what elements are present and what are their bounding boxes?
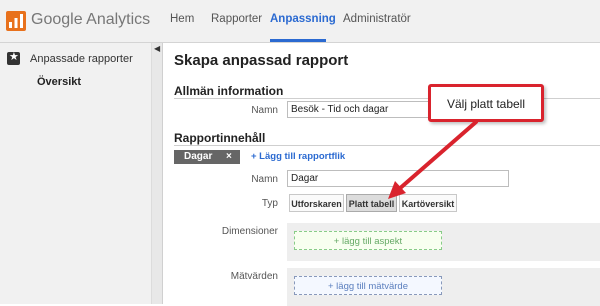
close-icon[interactable]: × xyxy=(226,151,232,162)
main-content: Skapa anpassad rapport Allmän informatio… xyxy=(163,43,600,306)
sidebar-item-anpassade-rapporter[interactable]: Anpassade rapporter xyxy=(30,53,133,65)
metrics-label: Mätvärden xyxy=(230,271,278,282)
top-header: Google Analytics Hem Rapporter Anpassnin… xyxy=(0,0,600,43)
report-tab-dagar[interactable]: Dagar × xyxy=(174,150,240,164)
annotation-callout: Välj platt tabell xyxy=(428,84,544,122)
tab-name-input[interactable] xyxy=(287,170,509,187)
nav-item-hem[interactable]: Hem xyxy=(170,13,194,25)
type-label: Typ xyxy=(261,198,278,209)
section-title-content: Rapportinnehåll xyxy=(174,131,266,145)
chevron-left-icon: ◀ xyxy=(154,44,161,53)
section-title-general: Allmän information xyxy=(174,84,284,98)
tab-name-label: Namn xyxy=(251,174,278,185)
name-label: Namn xyxy=(251,105,278,116)
page-title: Skapa anpassad rapport xyxy=(174,52,349,69)
report-tab-label: Dagar xyxy=(184,151,213,162)
sidebar-item-oversikt[interactable]: Översikt xyxy=(37,76,81,88)
analytics-chart-icon xyxy=(6,11,26,31)
add-metric-button[interactable]: + lägg till mätvärde xyxy=(294,276,442,295)
nav-item-administrator[interactable]: Administratör xyxy=(343,13,411,25)
sidebar: ★ Anpassade rapporter Översikt xyxy=(0,43,152,304)
annotation-text: Välj platt tabell xyxy=(446,97,526,111)
type-button-utforskaren[interactable]: Utforskaren xyxy=(289,194,344,212)
add-dimension-button[interactable]: + lägg till aspekt xyxy=(294,231,442,250)
type-button-kartoversikt[interactable]: Kartöversikt xyxy=(399,194,457,212)
dimensions-label: Dimensioner xyxy=(221,226,278,237)
sidebar-collapse-handle[interactable]: ◀ xyxy=(152,43,163,304)
section-divider xyxy=(174,145,600,146)
logo-text: Google Analytics xyxy=(31,11,151,28)
metrics-drop-area: + lägg till mätvärde xyxy=(287,268,600,306)
star-icon: ★ xyxy=(7,51,20,65)
add-report-tab-link[interactable]: + Lägg till rapportflik xyxy=(251,151,345,162)
nav-item-anpassning[interactable]: Anpassning xyxy=(270,13,336,25)
nav-item-rapporter[interactable]: Rapporter xyxy=(211,13,262,25)
type-button-platt-tabell[interactable]: Platt tabell xyxy=(346,194,397,212)
dimensions-drop-area: + lägg till aspekt xyxy=(287,223,600,261)
active-nav-indicator xyxy=(270,39,326,42)
